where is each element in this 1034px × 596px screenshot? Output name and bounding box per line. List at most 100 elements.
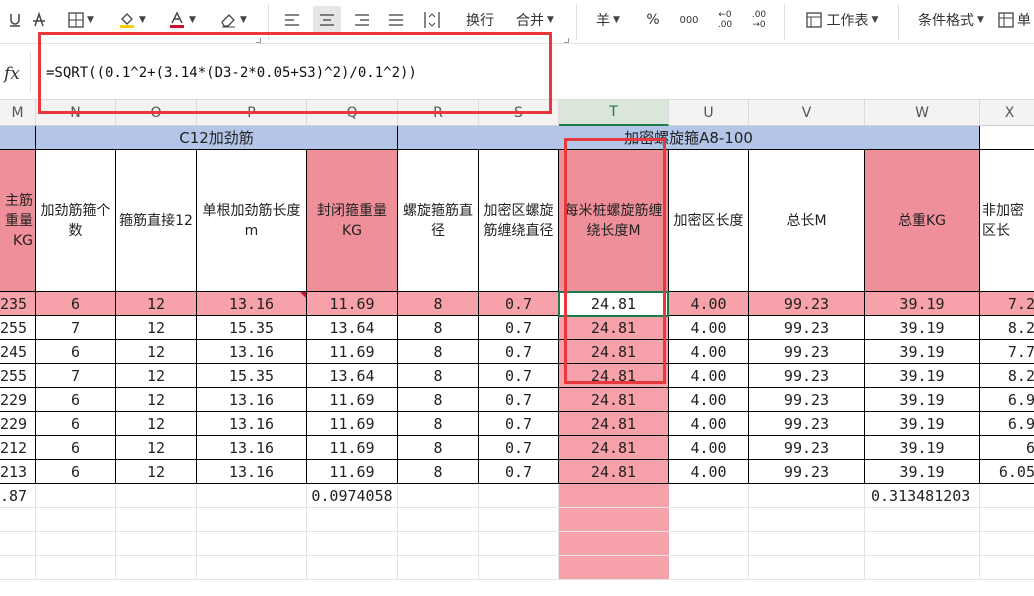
empty-cell[interactable]	[980, 508, 1034, 532]
cell-s-row6[interactable]: 0.7	[479, 412, 559, 436]
cell-r-row5[interactable]: 8	[398, 388, 479, 412]
column-header-t[interactable]: T	[559, 100, 669, 126]
font-color-button[interactable]: ▼	[162, 6, 202, 34]
cell-u-row7[interactable]: 4.00	[669, 436, 749, 460]
empty-cell[interactable]	[749, 532, 865, 556]
cell-x-row5[interactable]: 6.9	[980, 388, 1034, 412]
increase-decimal-button[interactable]: ←0 .00	[710, 6, 740, 34]
total-cell-v[interactable]	[749, 484, 865, 508]
total-cell-p[interactable]	[197, 484, 307, 508]
cell-p-row2[interactable]: 15.35	[197, 316, 307, 340]
column-header-m[interactable]: M	[0, 100, 36, 126]
cell-o-row5[interactable]: 12	[116, 388, 197, 412]
cell-o-row3[interactable]: 12	[116, 340, 197, 364]
total-cell-u[interactable]	[669, 484, 749, 508]
border-button[interactable]: ▼	[62, 6, 100, 34]
align-left-button[interactable]	[280, 6, 304, 34]
cell-r-row3[interactable]: 8	[398, 340, 479, 364]
cell-m-row7[interactable]: 212	[0, 436, 36, 460]
total-cell-r[interactable]	[398, 484, 479, 508]
column-title-q[interactable]: 封闭箍重量KG	[307, 150, 398, 292]
empty-cell[interactable]	[307, 508, 398, 532]
empty-cell[interactable]	[116, 532, 197, 556]
cell-o-row2[interactable]: 12	[116, 316, 197, 340]
strikethrough-button[interactable]	[28, 6, 50, 34]
empty-cell[interactable]	[559, 556, 669, 580]
cell-t-row6[interactable]: 24.81	[559, 412, 669, 436]
cell-v-row2[interactable]: 99.23	[749, 316, 865, 340]
column-title-x[interactable]: 非加密区长	[980, 150, 1034, 292]
cell-x-row1[interactable]: 7.2	[980, 292, 1034, 316]
cell-u-row6[interactable]: 4.00	[669, 412, 749, 436]
cell-m-row6[interactable]: 229	[0, 412, 36, 436]
empty-cell[interactable]	[398, 556, 479, 580]
cell-q-row3[interactable]: 11.69	[307, 340, 398, 364]
cell-u-row4[interactable]: 4.00	[669, 364, 749, 388]
total-cell-q[interactable]: 0.0974058	[307, 484, 398, 508]
cell-w-row1[interactable]: 39.19	[865, 292, 980, 316]
column-title-n[interactable]: 加劲筋箍个数	[36, 150, 116, 292]
empty-cell[interactable]	[865, 532, 980, 556]
empty-cell[interactable]	[398, 532, 479, 556]
empty-cell[interactable]	[36, 508, 116, 532]
cell-o-row8[interactable]: 12	[116, 460, 197, 484]
column-title-t[interactable]: 每米桩螺旋筋缠绕长度M	[559, 150, 669, 292]
empty-cell[interactable]	[116, 556, 197, 580]
cell-v-row8[interactable]: 99.23	[749, 460, 865, 484]
align-right-button[interactable]	[350, 6, 374, 34]
cell-q-row1[interactable]: 11.69	[307, 292, 398, 316]
empty-cell[interactable]	[116, 508, 197, 532]
cell-t-row5[interactable]: 24.81	[559, 388, 669, 412]
empty-cell[interactable]	[398, 508, 479, 532]
empty-cell[interactable]	[479, 556, 559, 580]
wrap-text-button[interactable]: 换行	[458, 6, 502, 34]
cell-p-row1[interactable]: 13.16	[197, 292, 307, 316]
column-header-u[interactable]: U	[669, 100, 749, 126]
column-header-w[interactable]: W	[865, 100, 980, 126]
cell-w-row5[interactable]: 39.19	[865, 388, 980, 412]
column-header-r[interactable]: R	[398, 100, 479, 126]
cell-r-row8[interactable]: 8	[398, 460, 479, 484]
cell-q-row2[interactable]: 13.64	[307, 316, 398, 340]
empty-cell[interactable]	[980, 556, 1034, 580]
total-cell-o[interactable]	[116, 484, 197, 508]
cell-q-row8[interactable]: 11.69	[307, 460, 398, 484]
cell-w-row6[interactable]: 39.19	[865, 412, 980, 436]
total-cell-w[interactable]: 0.313481203	[865, 484, 980, 508]
cell-x-row8[interactable]: 6.05	[980, 460, 1034, 484]
cell-v-row1[interactable]: 99.23	[749, 292, 865, 316]
cell-r-row7[interactable]: 8	[398, 436, 479, 460]
empty-cell[interactable]	[559, 532, 669, 556]
empty-cell[interactable]	[669, 508, 749, 532]
cell-m-row8[interactable]: 213	[0, 460, 36, 484]
empty-cell[interactable]	[197, 508, 307, 532]
column-title-p[interactable]: 单根加劲筋长度m	[197, 150, 307, 292]
empty-cell[interactable]	[307, 556, 398, 580]
empty-cell[interactable]	[980, 532, 1034, 556]
cell-w-row4[interactable]: 39.19	[865, 364, 980, 388]
cell-p-row6[interactable]: 13.16	[197, 412, 307, 436]
fill-color-button[interactable]: ▼	[112, 6, 152, 34]
empty-cell[interactable]	[669, 532, 749, 556]
cell-t-row1[interactable]: 24.81	[559, 292, 669, 316]
cell-s-row7[interactable]: 0.7	[479, 436, 559, 460]
cell-n-row1[interactable]: 6	[36, 292, 116, 316]
cell-q-row6[interactable]: 11.69	[307, 412, 398, 436]
total-cell-m[interactable]: .87	[0, 484, 36, 508]
column-title-m[interactable]: 主筋重量KG	[0, 150, 36, 292]
empty-cell[interactable]	[669, 556, 749, 580]
empty-cell[interactable]	[479, 532, 559, 556]
cell-s-row2[interactable]: 0.7	[479, 316, 559, 340]
cell-w-row8[interactable]: 39.19	[865, 460, 980, 484]
empty-cell[interactable]	[0, 556, 36, 580]
cell-p-row7[interactable]: 13.16	[197, 436, 307, 460]
column-header-v[interactable]: V	[749, 100, 865, 126]
column-title-r[interactable]: 螺旋箍筋直径	[398, 150, 479, 292]
cell-m-row3[interactable]: 245	[0, 340, 36, 364]
cell-m-row1[interactable]: 235	[0, 292, 36, 316]
empty-cell[interactable]	[865, 508, 980, 532]
cell-t-row8[interactable]: 24.81	[559, 460, 669, 484]
comment-indicator-icon[interactable]	[300, 292, 306, 298]
empty-cell[interactable]	[749, 556, 865, 580]
cell-style-button[interactable]: 单	[998, 6, 1034, 34]
